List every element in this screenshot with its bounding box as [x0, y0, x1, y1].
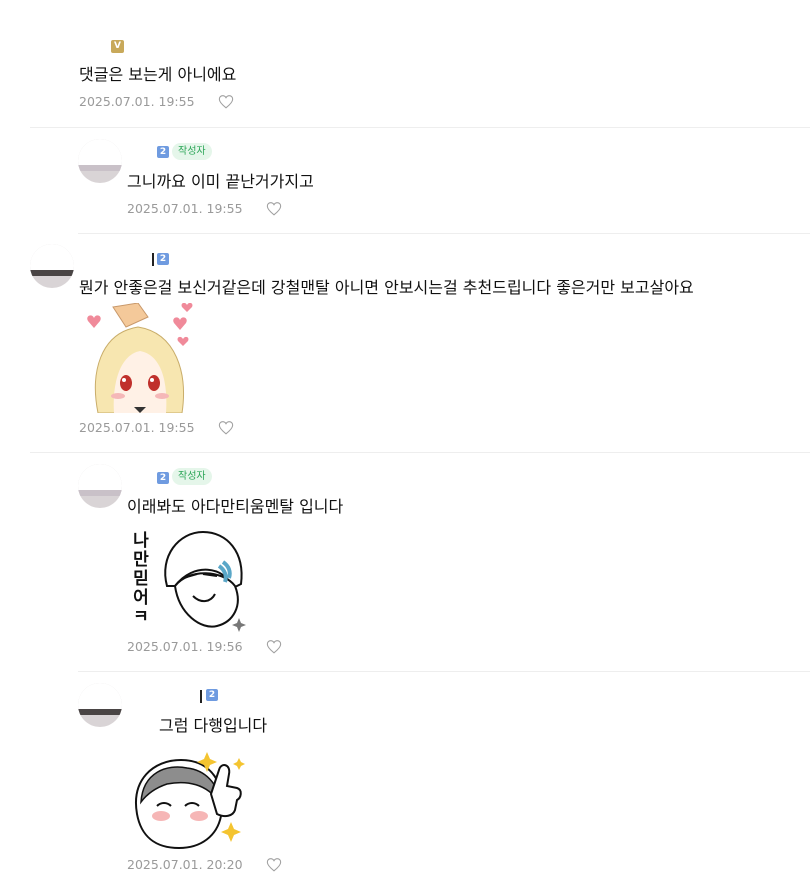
comment-date: 2025.07.01. 19:55 [79, 420, 195, 435]
heart-icon[interactable] [218, 94, 234, 109]
sticker-text: 어 [133, 588, 149, 608]
level-badge: 2 [157, 146, 169, 158]
comment-date: 2025.07.01. 19:55 [127, 201, 243, 216]
level-badge: 2 [157, 253, 169, 265]
comment-text: 그니까요 이미 끝난거가지고 [127, 172, 314, 191]
girl-trust-me-sticker: 나 만 믿 어 ㅋ [127, 526, 247, 632]
heart-icon[interactable] [266, 857, 282, 872]
nickname-fragment [152, 253, 154, 266]
blonde-girl-headpat-sticker [87, 303, 193, 413]
heart-icon[interactable] [218, 420, 234, 435]
comment-text: 뭔가 안좋은걸 보신거같은데 강철맨탈 아니면 안보시는걸 추천드립니다 좋은거… [79, 278, 694, 297]
level-badge: 2 [206, 689, 218, 701]
author-tag: 작성자 [172, 468, 212, 485]
comment-divider [78, 233, 810, 234]
avatar[interactable] [78, 139, 122, 183]
sticker-text: 만 [133, 550, 149, 570]
nickname-fragment [200, 690, 202, 703]
comment-date: 2025.07.01. 19:55 [79, 94, 195, 109]
avatar[interactable] [78, 464, 122, 508]
sticker-text: ㅋ [133, 607, 149, 627]
heart-icon[interactable] [266, 201, 282, 216]
level-badge: 2 [157, 472, 169, 484]
avatar[interactable] [78, 683, 122, 727]
author-tag: 작성자 [172, 143, 212, 160]
comment-date: 2025.07.01. 20:20 [127, 857, 243, 872]
verified-badge: V [111, 40, 124, 53]
comment-divider [78, 671, 810, 672]
comment-divider [30, 452, 810, 453]
comment-text: 이래봐도 아다만티움멘탈 입니다 [127, 497, 344, 516]
comment-text: 댓글은 보는게 아니에요 [79, 65, 237, 84]
sticker-text: 나 [133, 531, 149, 551]
avatar[interactable] [30, 244, 74, 288]
comment-date: 2025.07.01. 19:56 [127, 639, 243, 654]
heart-icon[interactable] [266, 639, 282, 654]
sticker-text: 믿 [133, 569, 149, 589]
girl-thumbs-up-sticker [135, 752, 245, 850]
comment-divider [30, 127, 810, 128]
comment-text: 그럼 다행입니다 [159, 716, 268, 735]
